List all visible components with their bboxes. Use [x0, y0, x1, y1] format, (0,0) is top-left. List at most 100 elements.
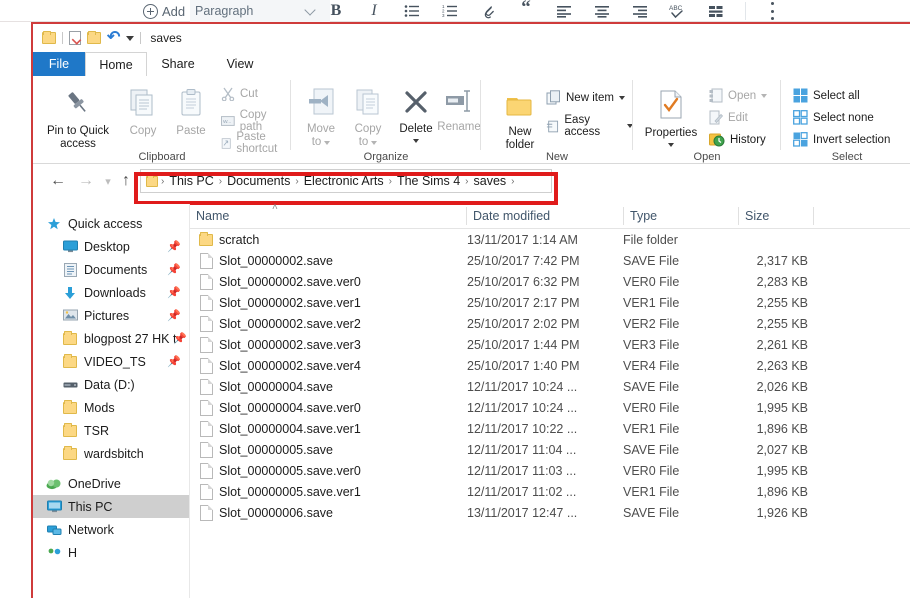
table-row[interactable]: Slot_00000004.save 12/11/2017 10:24 ... …	[190, 376, 910, 397]
back-button[interactable]: ←	[45, 168, 71, 194]
tab-file[interactable]: File	[33, 52, 85, 76]
copy-button[interactable]: Copy	[121, 88, 165, 138]
sidebar-item-pictures[interactable]: Pictures 📌	[33, 304, 189, 327]
breadcrumb-electronic-arts[interactable]: Electronic Arts	[300, 174, 388, 188]
breadcrumb-saves[interactable]: saves	[470, 174, 511, 188]
table-row[interactable]: Slot_00000004.save.ver0 12/11/2017 10:24…	[190, 397, 910, 418]
history-button[interactable]: History	[709, 132, 766, 147]
file-name-cell[interactable]: Slot_00000004.save.ver0	[196, 397, 361, 418]
align-left-icon[interactable]	[545, 0, 583, 22]
file-name-cell[interactable]: Slot_00000005.save.ver0	[196, 460, 361, 481]
customize-qat-chevron-icon[interactable]	[126, 36, 134, 41]
sidebar-item-quick-access[interactable]: Quick access	[33, 212, 189, 235]
table-row[interactable]: Slot_00000004.save.ver1 12/11/2017 10:22…	[190, 418, 910, 439]
tab-view[interactable]: View	[209, 52, 271, 76]
sidebar-item-data-d[interactable]: Data (D:)	[33, 373, 189, 396]
pin-icon[interactable]: 📌	[167, 355, 181, 368]
address-breadcrumb-bar[interactable]: › This PC › Documents › Electronic Arts …	[140, 169, 552, 193]
open-button[interactable]: Open	[709, 88, 767, 103]
table-format-icon[interactable]	[697, 0, 735, 22]
column-header-date-modified[interactable]: Date modified	[467, 204, 623, 228]
table-row[interactable]: Slot_00000002.save.ver0 25/10/2017 6:32 …	[190, 271, 910, 292]
bulleted-list-icon[interactable]	[393, 0, 431, 22]
sidebar-item-network[interactable]: Network	[33, 518, 189, 541]
file-name-cell[interactable]: Slot_00000002.save.ver2	[196, 313, 361, 334]
easy-access-button[interactable]: Easy access	[546, 114, 633, 138]
table-row[interactable]: Slot_00000005.save 12/11/2017 11:04 ... …	[190, 439, 910, 460]
invert-selection-button[interactable]: Invert selection	[793, 132, 890, 147]
pin-icon[interactable]: 📌	[167, 240, 181, 253]
table-row[interactable]: scratch 13/11/2017 1:14 AM File folder	[190, 229, 910, 250]
file-name-cell[interactable]: Slot_00000002.save.ver0	[196, 271, 361, 292]
column-header-type[interactable]: Type	[624, 204, 738, 228]
breadcrumb-the-sims-4[interactable]: The Sims 4	[393, 174, 464, 188]
move-to-button[interactable]: Move to	[299, 88, 343, 149]
properties-button[interactable]: Properties	[639, 90, 703, 147]
breadcrumb-this-pc[interactable]: This PC	[165, 174, 217, 188]
sidebar-item-homegroup[interactable]: H	[33, 541, 189, 564]
sidebar-item-onedrive[interactable]: OneDrive	[33, 472, 189, 495]
column-header-name[interactable]: Name ˄	[190, 204, 466, 228]
file-name-cell[interactable]: Slot_00000005.save	[196, 439, 333, 460]
new-item-button[interactable]: New item	[546, 90, 625, 105]
up-button[interactable]: ↑	[113, 168, 139, 194]
delete-button[interactable]: Delete	[394, 88, 438, 143]
properties-icon[interactable]	[69, 31, 81, 45]
file-name-cell[interactable]: Slot_00000002.save.ver1	[196, 292, 361, 313]
align-right-icon[interactable]	[621, 0, 659, 22]
rename-button[interactable]: Rename	[435, 88, 483, 134]
sidebar-item-desktop[interactable]: Desktop 📌	[33, 235, 189, 258]
copy-to-button[interactable]: Copy to	[346, 88, 390, 149]
sidebar-item-wardsbitch[interactable]: wardsbitch	[33, 442, 189, 465]
sidebar-item-blogpost-27-hk-t[interactable]: blogpost 27 HK t 📌	[33, 327, 189, 350]
file-name-cell[interactable]: Slot_00000004.save	[196, 376, 333, 397]
pin-icon[interactable]: 📌	[167, 263, 181, 276]
table-row[interactable]: Slot_00000002.save.ver3 25/10/2017 1:44 …	[190, 334, 910, 355]
table-row[interactable]: Slot_00000002.save.ver1 25/10/2017 2:17 …	[190, 292, 910, 313]
link-icon[interactable]	[469, 0, 507, 22]
sidebar-item-downloads[interactable]: Downloads 📌	[33, 281, 189, 304]
pin-to-quick-access-button[interactable]: Pin to Quick access	[41, 88, 115, 151]
file-name-cell[interactable]: Slot_00000002.save.ver4	[196, 355, 361, 376]
file-name-cell[interactable]: Slot_00000005.save.ver1	[196, 481, 361, 502]
table-row[interactable]: Slot_00000002.save 25/10/2017 7:42 PM SA…	[190, 250, 910, 271]
select-none-button[interactable]: Select none	[793, 110, 874, 125]
sidebar-item-this-pc[interactable]: This PC	[33, 495, 189, 518]
pin-icon[interactable]: 📌	[167, 286, 181, 299]
cut-button[interactable]: Cut	[221, 87, 258, 101]
new-folder-button[interactable]: New folder	[497, 94, 543, 152]
sidebar-item-documents[interactable]: Documents 📌	[33, 258, 189, 281]
table-row[interactable]: Slot_00000002.save.ver2 25/10/2017 2:02 …	[190, 313, 910, 334]
sidebar-item-mods[interactable]: Mods	[33, 396, 189, 419]
breadcrumb-documents[interactable]: Documents	[223, 174, 294, 188]
file-name-cell[interactable]: Slot_00000002.save.ver3	[196, 334, 361, 355]
italic-icon[interactable]: I	[355, 0, 393, 22]
tab-home[interactable]: Home	[85, 52, 147, 76]
sidebar-item-tsr[interactable]: TSR	[33, 419, 189, 442]
table-row[interactable]: Slot_00000005.save.ver0 12/11/2017 11:03…	[190, 460, 910, 481]
new-folder-icon[interactable]	[87, 32, 101, 44]
tab-share[interactable]: Share	[147, 52, 209, 76]
pin-icon[interactable]: 📌	[173, 332, 187, 345]
bold-icon[interactable]: B	[317, 0, 355, 22]
copy-path-button[interactable]: W... Copy path	[221, 109, 291, 133]
undo-icon[interactable]: ↶	[107, 32, 120, 44]
file-name-cell[interactable]: Slot_00000006.save	[196, 502, 333, 523]
file-name-cell[interactable]: Slot_00000004.save.ver1	[196, 418, 361, 439]
add-button[interactable]: Add	[143, 0, 185, 22]
table-row[interactable]: Slot_00000002.save.ver4 25/10/2017 1:40 …	[190, 355, 910, 376]
spellcheck-icon[interactable]: ABC	[659, 0, 697, 22]
edit-button[interactable]: Edit	[709, 110, 748, 125]
table-row[interactable]: Slot_00000006.save 13/11/2017 12:47 ... …	[190, 502, 910, 523]
column-header-size[interactable]: Size	[739, 204, 813, 228]
pin-icon[interactable]: 📌	[167, 309, 181, 322]
file-name-cell[interactable]: Slot_00000002.save	[196, 250, 333, 271]
kebab-menu-icon[interactable]	[765, 2, 779, 20]
table-row[interactable]: Slot_00000005.save.ver1 12/11/2017 11:02…	[190, 481, 910, 502]
file-name-cell[interactable]: scratch	[196, 229, 259, 250]
paragraph-style-dropdown[interactable]: Paragraph	[190, 0, 330, 22]
sidebar-item-video-ts[interactable]: VIDEO_TS 📌	[33, 350, 189, 373]
paste-button[interactable]: Paste	[169, 88, 213, 138]
column-divider[interactable]	[813, 207, 814, 225]
numbered-list-icon[interactable]: 123	[431, 0, 469, 22]
